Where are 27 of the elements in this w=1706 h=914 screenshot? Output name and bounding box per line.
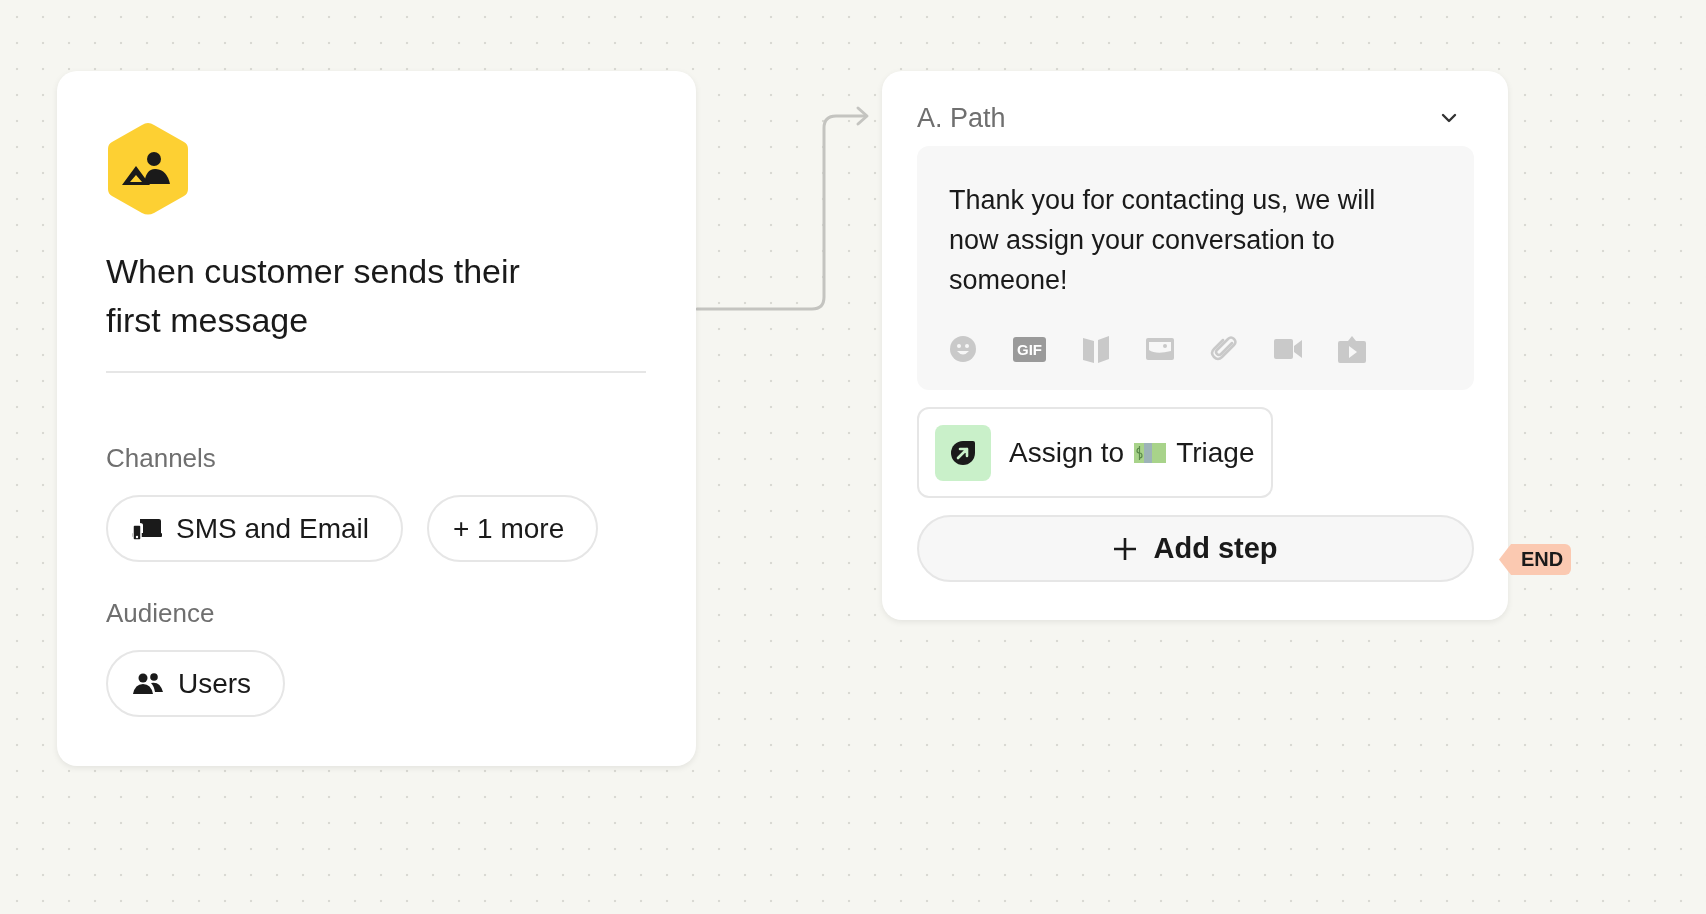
path-title: A. Path [917, 102, 1006, 134]
filter-chip[interactable]: + 1 more [426, 495, 599, 562]
assign-action[interactable]: Assign to Triage [917, 407, 1273, 498]
chevron-icon[interactable] [1440, 112, 1458, 124]
trigger-card[interactable]: When customer sends their first message Channels SMS and Email + 1 more Audience Users [57, 71, 696, 766]
filter-chip[interactable]: SMS and Email [106, 495, 403, 562]
trigger-title: When customer sends their first message [106, 251, 521, 341]
section-label: Channels [106, 443, 217, 473]
people-icon [132, 671, 164, 696]
person-hexagon-icon [106, 121, 190, 217]
emoji-icon[interactable] [949, 335, 977, 363]
devices-icon [132, 516, 162, 541]
filter-chip[interactable]: Users [106, 650, 286, 717]
paperclip-icon[interactable] [1210, 335, 1238, 363]
banknote-icon [1134, 442, 1167, 463]
image-icon[interactable] [1146, 337, 1174, 361]
message-text: Thank you for contacting us, we will now assign your conversation to someone! [949, 184, 1377, 297]
end-tag: END [1499, 544, 1572, 575]
plus-icon [1113, 536, 1138, 561]
message-box[interactable]: Thank you for contacting us, we will now assign your conversation to someone! GIF [917, 146, 1474, 390]
book-icon[interactable] [1082, 334, 1110, 364]
video-camera-icon[interactable] [1274, 338, 1302, 360]
section-label: Audience [106, 598, 216, 628]
play-box-icon[interactable] [1338, 335, 1366, 363]
team-name: Triage [1176, 436, 1255, 469]
action-label: Assign to [1009, 436, 1125, 469]
add-step-button[interactable]: Add step [917, 515, 1474, 582]
